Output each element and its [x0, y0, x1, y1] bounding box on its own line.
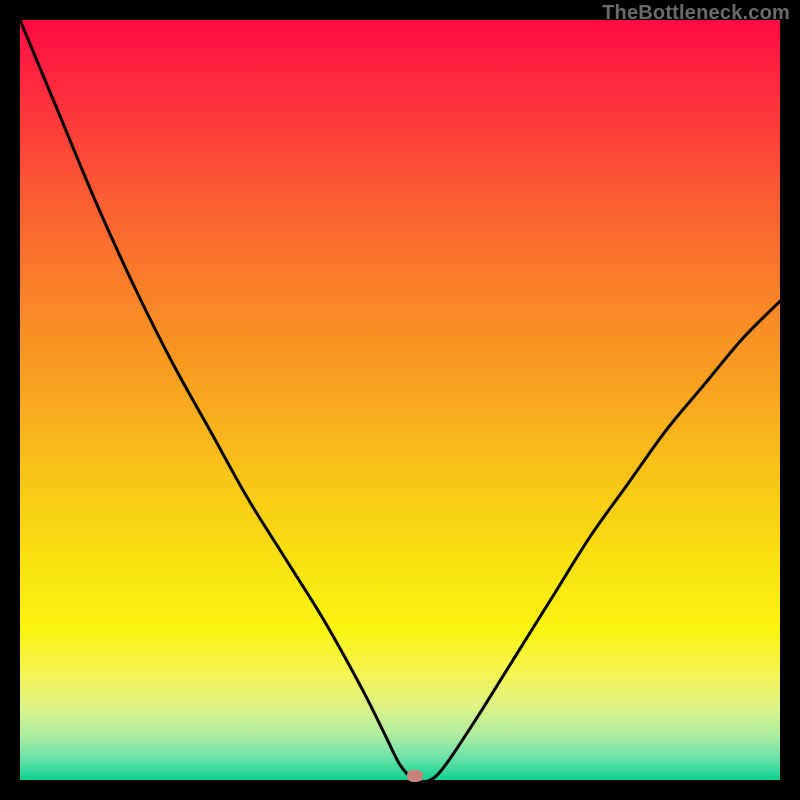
valley-marker-icon [407, 770, 423, 782]
chart-frame: TheBottleneck.com [0, 0, 800, 800]
plot-area [20, 20, 780, 780]
watermark-text: TheBottleneck.com [602, 2, 790, 25]
gradient-background [20, 20, 780, 780]
chart-svg [20, 20, 780, 780]
